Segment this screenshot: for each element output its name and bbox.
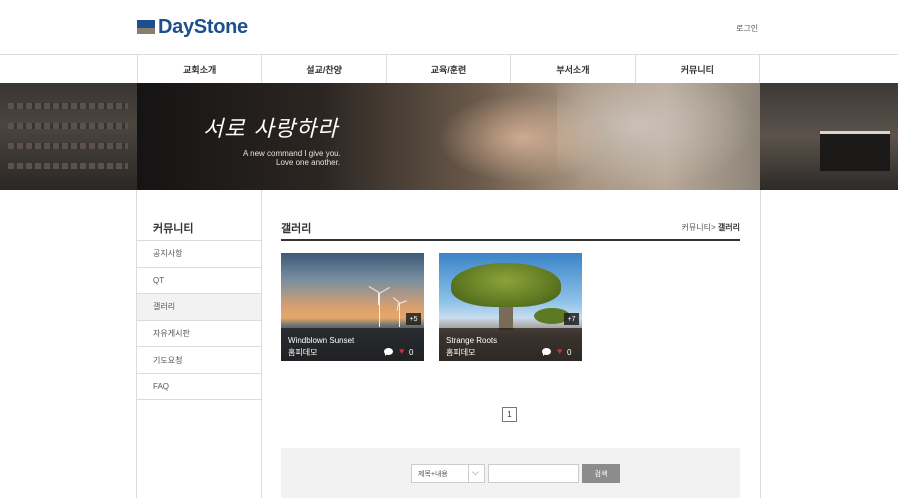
site-header: DayStone 로그인 — [0, 0, 898, 55]
card-title[interactable]: Windblown Sunset — [288, 336, 354, 345]
main-nav: 교회소개 설교/찬양 교육/훈련 부서소개 커뮤니티 — [137, 55, 761, 83]
banner-subtitle-2: Love one another. — [276, 158, 341, 167]
photo-count-badge: +7 — [564, 313, 579, 325]
like-count: 0 — [409, 348, 414, 357]
search-field-select[interactable]: 제목+내용 ⌵ — [411, 464, 485, 483]
breadcrumb: 커뮤니티> 갤러리 — [600, 222, 740, 233]
title-divider — [281, 239, 740, 241]
sidebar-item-gallery[interactable]: 갤러리 — [137, 293, 261, 320]
logo-text: DayStone — [158, 15, 248, 38]
chevron-down-icon: ⌵ — [472, 467, 479, 477]
comment-icon — [542, 348, 551, 356]
page-number-current[interactable]: 1 — [502, 407, 517, 422]
login-link[interactable]: 로그인 — [736, 23, 758, 34]
like-count: 0 — [567, 348, 572, 357]
gallery-card[interactable]: +5 Windblown Sunset 홈피데모 ♥ 0 — [281, 253, 424, 361]
heart-icon[interactable]: ♥ — [557, 346, 562, 356]
breadcrumb-parent[interactable]: 커뮤니티> — [682, 223, 716, 232]
sidebar: 커뮤니티 공지사항 QT 갤러리 자유게시판 기도요청 FAQ — [137, 190, 262, 498]
banner-title: 서로 사랑하라 — [203, 117, 339, 142]
photo-count-badge: +5 — [406, 313, 421, 325]
breadcrumb-current: 갤러리 — [717, 223, 740, 232]
hero-banner — [0, 83, 898, 190]
gallery-card[interactable]: +7 Strange Roots 홈피데모 ♥ 0 — [439, 253, 582, 361]
card-author: 홈피데모 — [446, 348, 476, 357]
site-logo[interactable]: DayStone — [137, 15, 248, 38]
search-button[interactable]: 검색 — [582, 464, 620, 483]
sidebar-item-notice[interactable]: 공지사항 — [137, 240, 261, 267]
sidebar-item-faq[interactable]: FAQ — [137, 372, 261, 400]
banner-left-image — [0, 83, 137, 190]
logo-mark-icon — [137, 20, 155, 34]
banner-right-image — [760, 83, 898, 190]
nav-item-sermon[interactable]: 설교/찬양 — [262, 55, 387, 83]
nav-item-departments[interactable]: 부서소개 — [511, 55, 636, 83]
heart-icon[interactable]: ♥ — [399, 346, 404, 356]
comment-icon — [384, 348, 393, 356]
search-field-select-value: 제목+내용 — [418, 470, 448, 478]
search-input[interactable] — [488, 464, 579, 483]
sidebar-item-free-board[interactable]: 자유게시판 — [137, 319, 261, 347]
card-title[interactable]: Strange Roots — [446, 336, 497, 345]
sidebar-title: 커뮤니티 — [153, 223, 194, 235]
sidebar-menu: 공지사항 QT 갤러리 자유게시판 기도요청 FAQ — [137, 240, 261, 400]
nav-item-about[interactable]: 교회소개 — [138, 55, 263, 83]
sidebar-item-prayer[interactable]: 기도요청 — [137, 346, 261, 373]
card-author: 홈피데모 — [288, 348, 318, 357]
right-frame-line — [760, 190, 761, 498]
banner-subtitle-1: A new command I give you. — [243, 149, 341, 158]
page-title: 갤러리 — [281, 223, 312, 235]
sidebar-item-qt[interactable]: QT — [137, 266, 261, 294]
nav-item-education[interactable]: 교육/훈련 — [387, 55, 512, 83]
nav-item-community[interactable]: 커뮤니티 — [636, 55, 761, 83]
